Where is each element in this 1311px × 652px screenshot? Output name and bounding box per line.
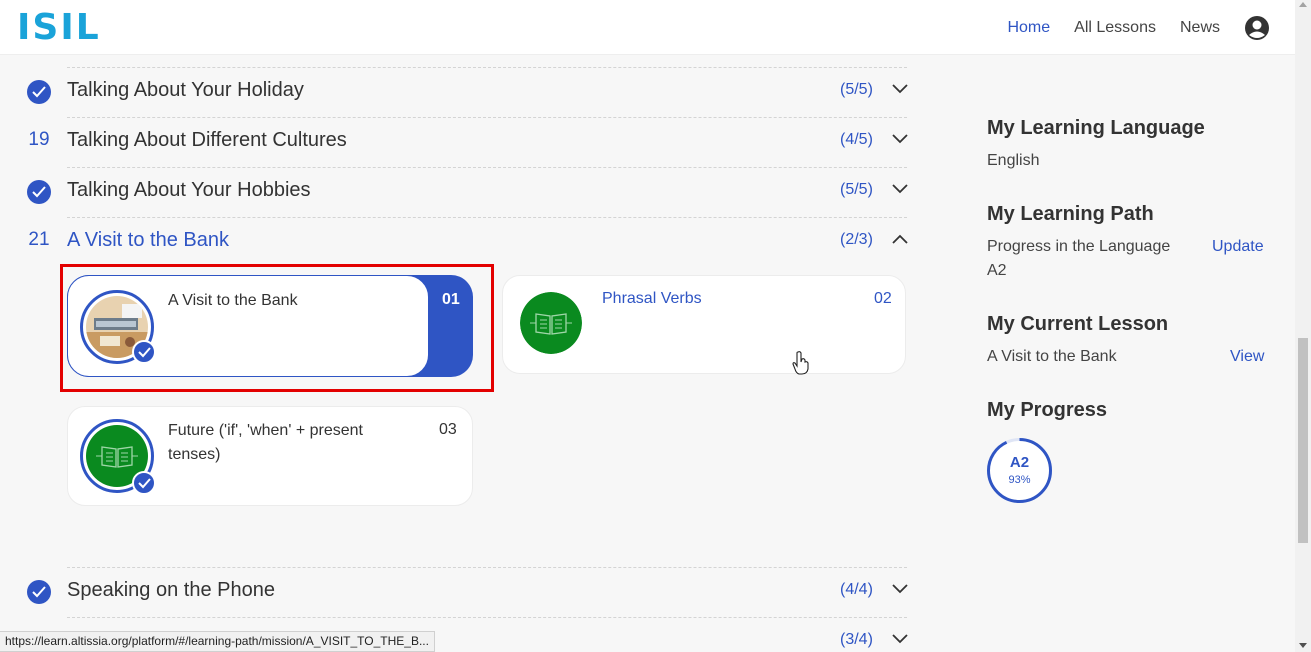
path-heading: My Learning Path (987, 203, 1154, 225)
lesson-count: (3/4) (840, 631, 873, 648)
lesson-number: 19 (28, 129, 50, 150)
activity-title: Future ('if', 'when' + present tenses) (168, 422, 363, 463)
activity-number: 03 (439, 421, 457, 438)
lesson-title: Talking About Different Cultures (67, 129, 347, 151)
completed-check-icon (27, 180, 51, 204)
chevron-up-icon[interactable] (892, 234, 908, 244)
scrollbar-thumb[interactable] (1298, 338, 1308, 543)
page-scrollbar[interactable] (1295, 0, 1311, 652)
completed-check-icon (132, 471, 156, 495)
nav-news[interactable]: News (1180, 14, 1220, 42)
lesson-count: (5/5) (840, 181, 873, 198)
row-divider (67, 217, 907, 218)
lesson-row[interactable]: 19 Talking About Different Cultures (4/5… (0, 117, 910, 167)
row-divider (67, 117, 907, 118)
lesson-row[interactable]: Talking About Your Hobbies (5/5) (0, 167, 910, 217)
scroll-down-arrow-icon[interactable] (1299, 643, 1307, 648)
update-link[interactable]: Update (1212, 238, 1264, 256)
activity-thumbnail (520, 292, 582, 354)
nav-all-lessons[interactable]: All Lessons (1074, 14, 1156, 42)
lesson-row[interactable]: Talking About Your Holiday (5/5) (0, 67, 910, 117)
selection-highlight (60, 264, 494, 392)
lesson-count: (2/3) (840, 231, 873, 248)
progress-percent: 93% (1008, 474, 1031, 486)
scroll-up-arrow-icon[interactable] (1299, 2, 1307, 7)
lesson-title: Speaking on the Phone (67, 579, 275, 601)
chevron-down-icon[interactable] (892, 634, 908, 644)
chevron-down-icon[interactable] (892, 584, 908, 594)
book-icon (520, 292, 582, 354)
lesson-number: 21 (28, 229, 50, 250)
lesson-row-open[interactable]: 21 A Visit to the Bank (2/3) (0, 217, 910, 267)
activity-card[interactable]: Future ('if', 'when' + present tenses) 0… (67, 406, 473, 506)
row-divider (67, 67, 907, 68)
view-link[interactable]: View (1230, 348, 1264, 366)
completed-check-icon (27, 580, 51, 604)
row-divider (67, 167, 907, 168)
activity-title: Phrasal Verbs (602, 290, 702, 307)
lesson-count: (4/5) (840, 131, 873, 148)
top-header: ISIL Home All Lessons News (0, 0, 1295, 55)
link-status-bar: https://learn.altissia.org/platform/#/le… (0, 631, 435, 652)
path-level: A2 (987, 262, 1007, 279)
row-divider (67, 617, 907, 618)
hand-cursor-icon (792, 351, 809, 375)
lesson-title: Talking About Your Holiday (67, 79, 304, 101)
lesson-title: A Visit to the Bank (67, 229, 229, 251)
completed-check-icon (27, 80, 51, 104)
progress-ring: A2 93% (986, 437, 1053, 504)
current-lesson-value: A Visit to the Bank (987, 348, 1117, 365)
isil-logo[interactable]: ISIL (17, 10, 101, 46)
chevron-down-icon[interactable] (892, 84, 908, 94)
language-heading: My Learning Language (987, 117, 1205, 139)
user-account-icon[interactable] (1244, 15, 1270, 41)
activity-card[interactable]: Phrasal Verbs 02 (502, 275, 906, 374)
activity-number: 02 (874, 290, 892, 307)
lesson-count: (4/4) (840, 581, 873, 598)
progress-heading: My Progress (987, 399, 1108, 421)
path-label: Progress in the Language (987, 238, 1171, 255)
chevron-down-icon[interactable] (892, 134, 908, 144)
lesson-title: Talking About Your Hobbies (67, 179, 311, 201)
current-lesson-heading: My Current Lesson (987, 313, 1169, 335)
language-value: English (987, 152, 1040, 169)
progress-level: A2 (1009, 454, 1030, 471)
row-divider (67, 567, 907, 568)
lesson-count: (5/5) (840, 81, 873, 98)
nav-home[interactable]: Home (1007, 14, 1050, 42)
lesson-row[interactable]: Speaking on the Phone (4/4) (0, 567, 910, 617)
main-nav: Home All Lessons News (983, 14, 1270, 42)
chevron-down-icon[interactable] (892, 184, 908, 194)
